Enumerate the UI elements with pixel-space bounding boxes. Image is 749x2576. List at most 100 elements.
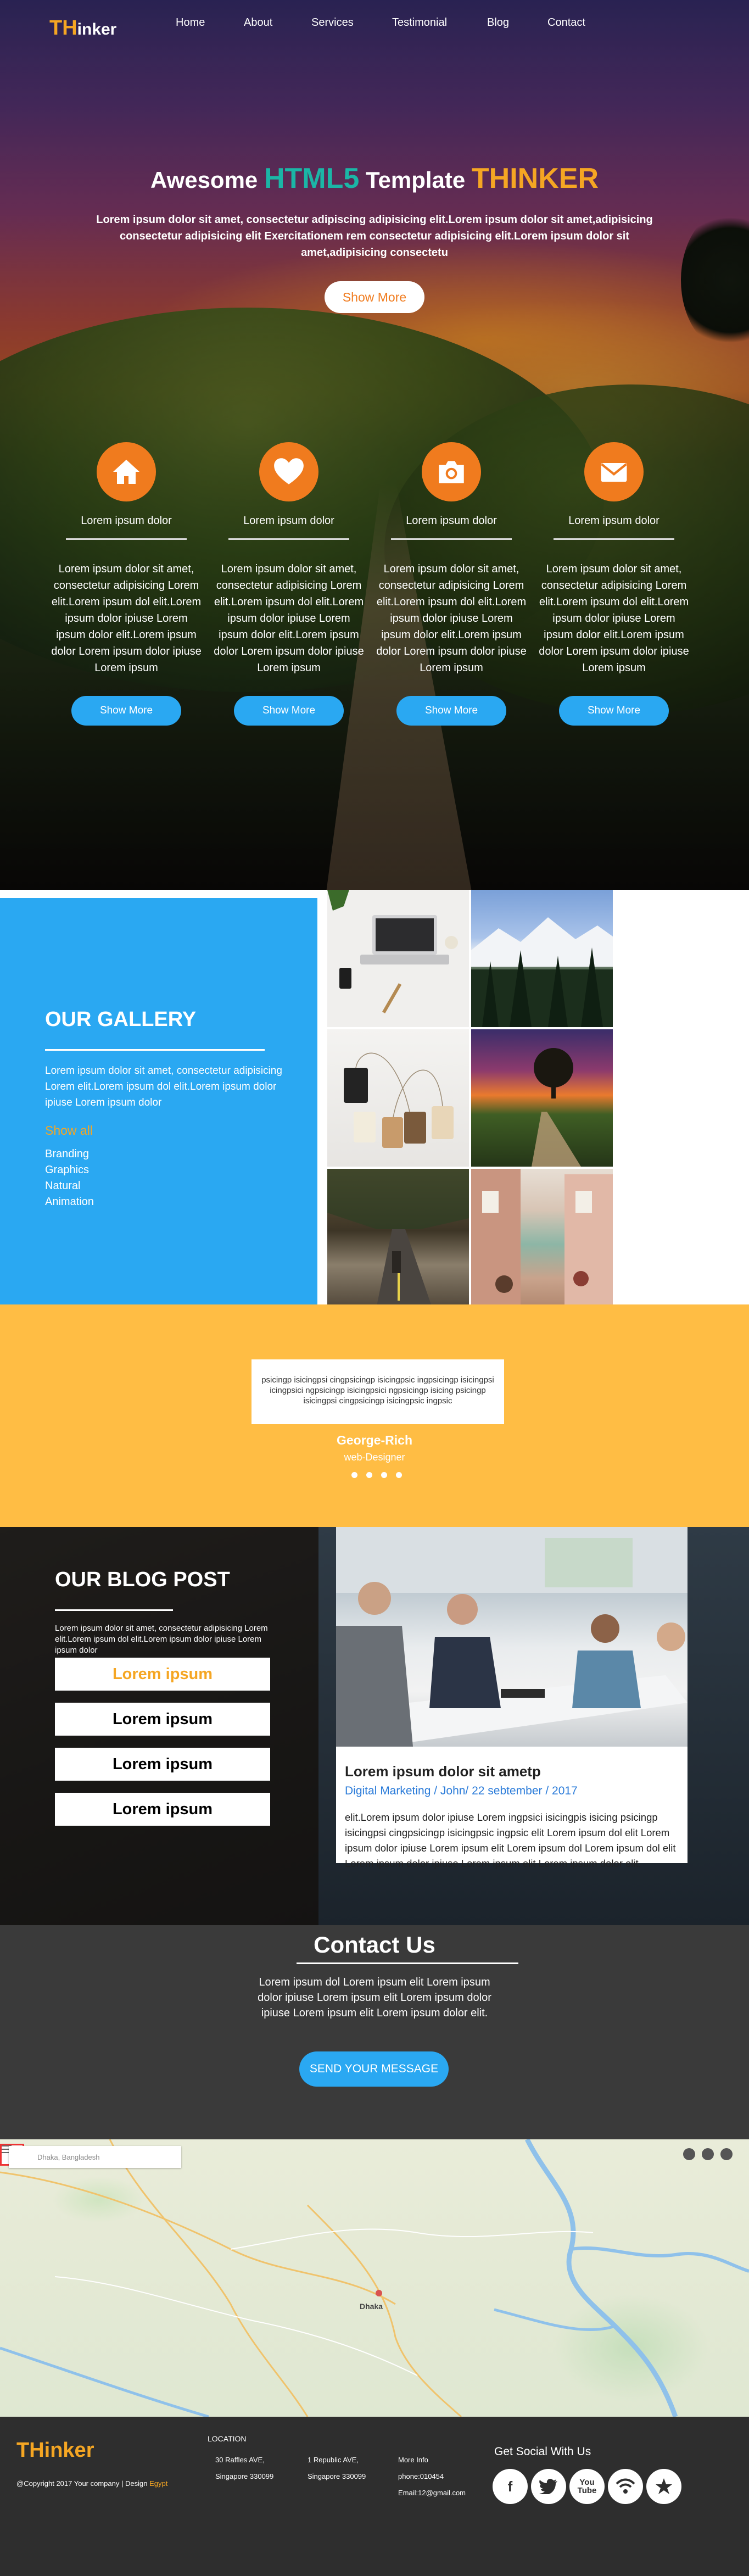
blog-description: Lorem ipsum dolor sit amet, consectetur … xyxy=(55,1624,268,1655)
facebook-icon[interactable]: f xyxy=(493,2469,528,2504)
footer-logo[interactable]: THinker xyxy=(16,2439,94,2462)
feature-title: Lorem ipsum dolor xyxy=(243,515,334,527)
gallery-image-sunset[interactable] xyxy=(471,1029,613,1167)
nav-about[interactable]: About xyxy=(244,16,272,29)
blog-divider xyxy=(55,1609,173,1611)
blog-title: OUR BLOG POST xyxy=(55,1568,230,1591)
gallery-image-mountains[interactable] xyxy=(471,890,613,1027)
account-avatar[interactable] xyxy=(720,2148,733,2160)
footer-email[interactable]: Email:12@gmail.com xyxy=(398,2485,466,2501)
blog-category-button[interactable]: Lorem ipsum xyxy=(55,1793,270,1826)
apps-icon[interactable] xyxy=(683,2148,695,2160)
footer-more-info-title: More Info xyxy=(398,2456,428,2464)
map-section[interactable]: Dhaka, Bangladesh Dhaka xyxy=(0,2139,749,2417)
gallery-info-panel: OUR GALLERY Lorem ipsum dolor sit amet, … xyxy=(0,898,317,1304)
hero-title-pre: Awesome xyxy=(150,167,258,193)
site-logo[interactable]: THinker xyxy=(49,16,116,40)
gallery-image-laptop[interactable] xyxy=(327,890,469,1027)
blog-section: OUR BLOG POST Lorem ipsum dolor sit amet… xyxy=(0,1527,749,1925)
footer-address-2: 1 Republic AVE, Singapore 330099 xyxy=(308,2452,366,2485)
logo-th: TH xyxy=(49,16,77,40)
feature-divider xyxy=(554,538,674,540)
footer-social-title: Get Social With Us xyxy=(494,2445,591,2458)
footer-phone: phone:010454 xyxy=(398,2472,444,2480)
feature-divider xyxy=(66,538,187,540)
top-navigation: THinker Home About Services Testimonial … xyxy=(0,0,749,49)
gallery-image-road[interactable] xyxy=(327,1169,469,1306)
footer-address-line: Singapore 330099 xyxy=(308,2472,366,2480)
gallery-section: OUR GALLERY Lorem ipsum dolor sit amet, … xyxy=(0,890,749,1306)
gallery-grid xyxy=(327,890,616,1306)
contact-divider xyxy=(297,1962,518,1964)
testimonial-dot[interactable] xyxy=(366,1472,372,1478)
camera-icon xyxy=(422,442,481,501)
envelope-icon xyxy=(584,442,644,501)
site-footer: THinker @Copyright 2017 Your company | D… xyxy=(0,2417,749,2576)
feature-text: Lorem ipsum dolor sit amet, consectetur … xyxy=(376,563,527,674)
feature-show-more-button[interactable]: Show More xyxy=(396,696,506,726)
blog-post-image[interactable] xyxy=(336,1527,687,1747)
gallery-category-animation[interactable]: Animation xyxy=(45,1194,94,1210)
footer-address-1: 30 Raffles AVE, Singapore 330099 xyxy=(215,2452,273,2485)
nav-testimonial[interactable]: Testimonial xyxy=(392,16,447,29)
footer-more-info: More Info phone:010454 Email:12@gmail.co… xyxy=(398,2452,466,2501)
feature-show-more-button[interactable]: Show More xyxy=(234,696,344,726)
gallery-show-all-link[interactable]: Show all xyxy=(45,1123,93,1138)
send-message-button[interactable]: SEND YOUR MESSAGE xyxy=(299,2051,449,2087)
testimonial-name: George-Rich xyxy=(336,1433,413,1447)
blog-category-button-active[interactable]: Lorem ipsum xyxy=(55,1658,270,1691)
wifi-icon[interactable] xyxy=(608,2469,643,2504)
feature-show-more-button[interactable]: Show More xyxy=(71,696,181,726)
gallery-image-tags[interactable] xyxy=(327,1029,469,1167)
footer-address-line: 30 Raffles AVE, xyxy=(215,2456,265,2464)
footer-logo-th: TH xyxy=(16,2439,44,2462)
hero-title-brand: THINKER xyxy=(471,163,599,194)
gallery-category-natural[interactable]: Natural xyxy=(45,1178,94,1194)
feature-text: Lorem ipsum dolor sit amet, consectetur … xyxy=(214,563,364,674)
map-city-label: Dhaka xyxy=(360,2302,383,2311)
feature-card: Lorem ipsum dolor Lorem ipsum dolor sit … xyxy=(538,442,690,726)
gallery-category-graphics[interactable]: Graphics xyxy=(45,1162,94,1178)
testimonial-dot[interactable] xyxy=(396,1472,402,1478)
hero-show-more-button[interactable]: Show More xyxy=(325,281,424,313)
blog-post-title[interactable]: Lorem ipsum dolor sit ametp xyxy=(345,1763,679,1780)
twitter-icon[interactable] xyxy=(531,2469,566,2504)
nav-contact[interactable]: Contact xyxy=(547,16,585,29)
testimonial-pagination xyxy=(351,1472,411,1478)
hero-title-mid: Template xyxy=(365,167,466,193)
gallery-divider xyxy=(45,1049,265,1051)
blog-category-button[interactable]: Lorem ipsum xyxy=(55,1703,270,1736)
hero-title-html5: HTML5 xyxy=(264,163,360,194)
hero-title: Awesome HTML5 Template THINKER xyxy=(0,162,749,195)
feature-divider xyxy=(228,538,349,540)
footer-copyright-link[interactable]: Egypt xyxy=(149,2479,167,2488)
nav-home[interactable]: Home xyxy=(176,16,205,29)
notifications-icon[interactable] xyxy=(702,2148,714,2160)
blog-post-meta[interactable]: Digital Marketing / John/ 22 sebtember /… xyxy=(345,1785,679,1798)
feature-title: Lorem ipsum dolor xyxy=(406,515,497,527)
blog-category-button[interactable]: Lorem ipsum xyxy=(55,1748,270,1781)
youtube-icon[interactable]: You Tube xyxy=(569,2469,605,2504)
nav-services[interactable]: Services xyxy=(311,16,354,29)
testimonial-dot[interactable] xyxy=(381,1472,387,1478)
map-search-input[interactable]: Dhaka, Bangladesh xyxy=(9,2146,181,2168)
feature-show-more-button[interactable]: Show More xyxy=(559,696,669,726)
hero-subtitle: Lorem ipsum dolor sit amet, consectetur … xyxy=(96,214,653,259)
gallery-image-street[interactable] xyxy=(471,1169,613,1306)
gallery-category-branding[interactable]: Branding xyxy=(45,1146,94,1162)
blog-post-body: elit.Lorem ipsum dolor ipiuse Lorem ingp… xyxy=(345,1811,676,1869)
footer-address-line: Singapore 330099 xyxy=(215,2472,274,2480)
testimonial-dot[interactable] xyxy=(351,1472,357,1478)
feature-card: Lorem ipsum dolor Lorem ipsum dolor sit … xyxy=(376,442,527,726)
testimonial-quote: psicingp isicingpsi cingpsicingp isicing… xyxy=(251,1359,504,1424)
footer-address-line: 1 Republic AVE, xyxy=(308,2456,359,2464)
feature-text: Lorem ipsum dolor sit amet, consectetur … xyxy=(539,563,689,674)
contact-text: Lorem ipsum dol Lorem ipsum elit Lorem i… xyxy=(258,1976,491,2019)
nav-blog[interactable]: Blog xyxy=(487,16,509,29)
footer-social-icons: f You Tube xyxy=(493,2469,685,2504)
footer-copyright: @Copyright 2017 Your company | Design Eg… xyxy=(16,2479,167,2488)
map-canvas[interactable] xyxy=(0,2139,749,2417)
star-icon[interactable] xyxy=(646,2469,681,2504)
blog-sidebar: OUR BLOG POST Lorem ipsum dolor sit amet… xyxy=(0,1527,318,1925)
gallery-text: Lorem ipsum dolor sit amet, consectetur … xyxy=(45,1065,282,1108)
